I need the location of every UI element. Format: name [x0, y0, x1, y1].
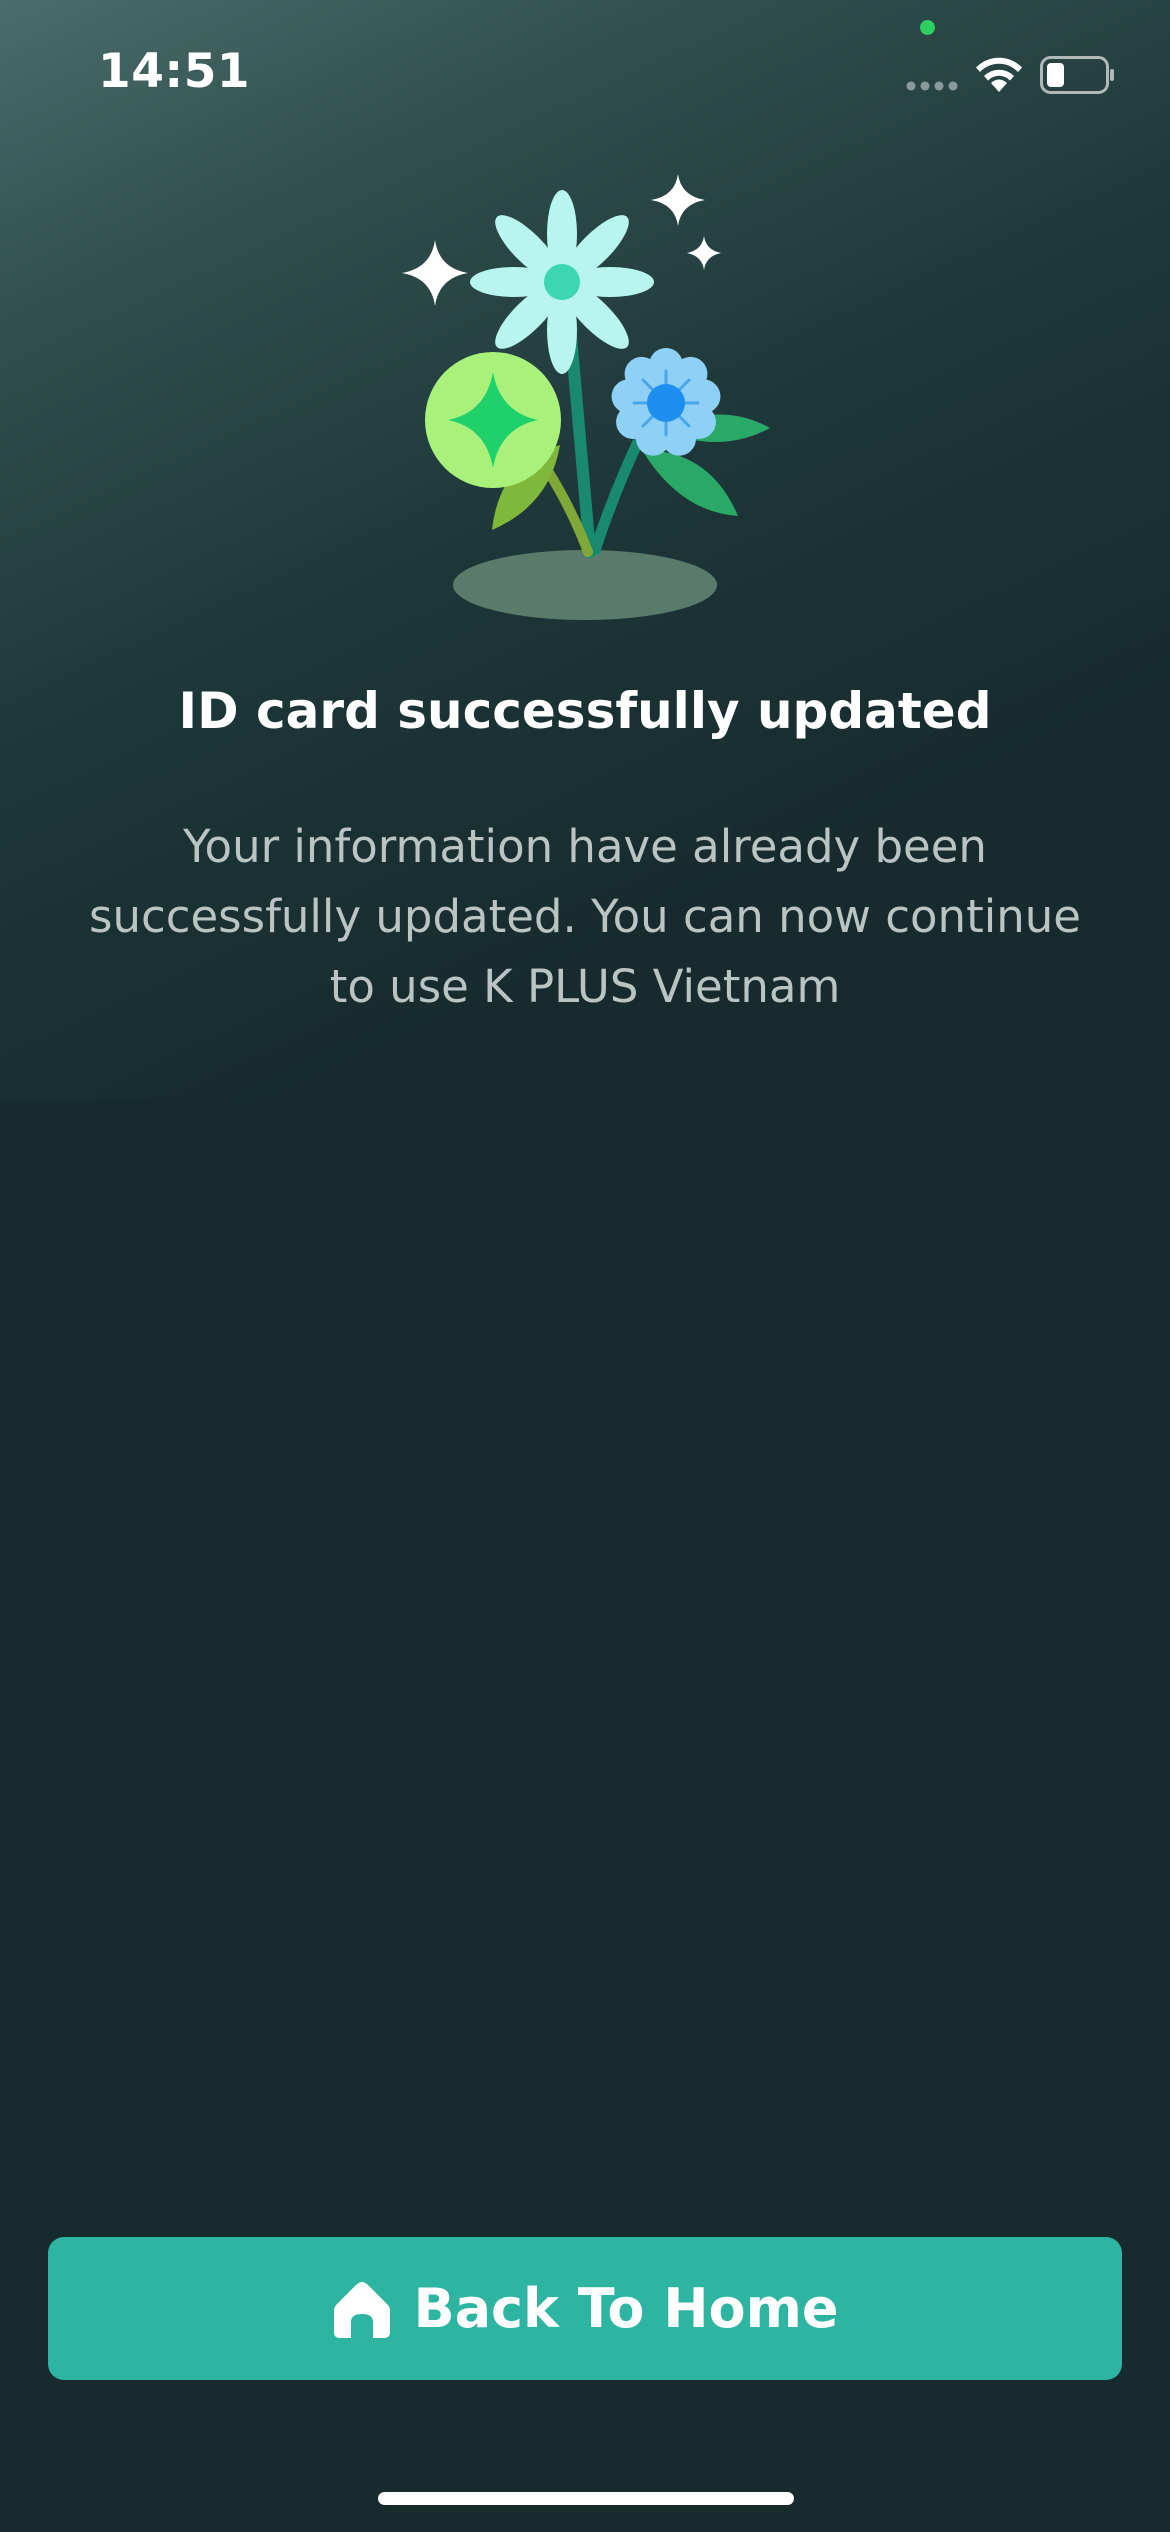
- privacy-indicator-dot: [920, 20, 935, 35]
- home-indicator[interactable]: [378, 2492, 794, 2505]
- wifi-icon: [976, 57, 1022, 92]
- signal-dots-icon: [906, 81, 958, 91]
- flower-bouquet-illustration: [402, 174, 770, 620]
- status-bar: 14:51: [0, 0, 1170, 140]
- back-to-home-button[interactable]: Back To Home: [48, 2237, 1122, 2380]
- success-description: Your information have already been succe…: [89, 820, 1081, 1013]
- page-title: ID card successfully updated: [178, 682, 992, 740]
- back-to-home-label: Back To Home: [413, 2277, 839, 2340]
- status-time: 14:51: [98, 44, 251, 99]
- home-icon: [334, 2281, 391, 2338]
- battery-icon: [1040, 56, 1114, 94]
